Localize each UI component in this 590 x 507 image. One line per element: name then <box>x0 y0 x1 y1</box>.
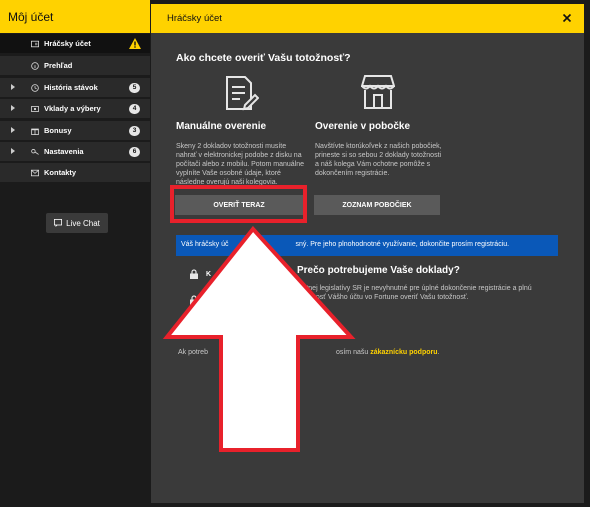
annotation-arrow <box>162 225 356 452</box>
